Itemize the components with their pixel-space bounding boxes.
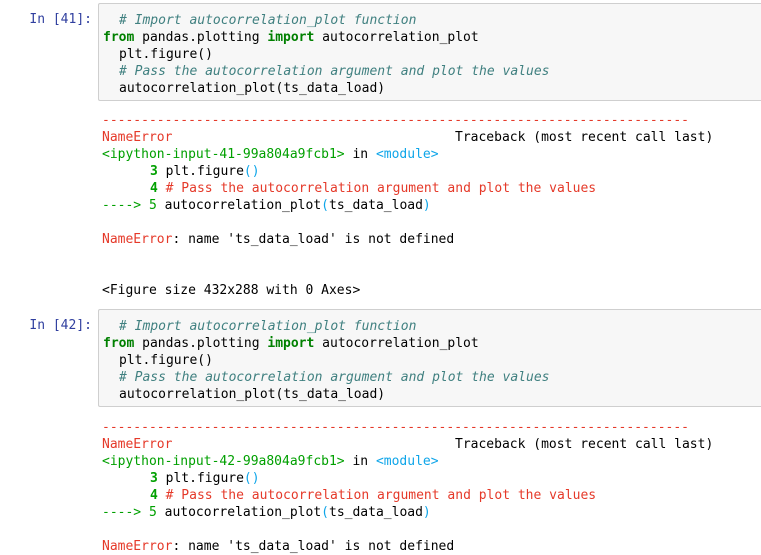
import-name: autocorrelation_plot — [314, 336, 479, 351]
current-line-arrow: ----> — [102, 198, 142, 213]
code-arg: ts_data_load — [329, 198, 423, 213]
keyword: from — [103, 336, 135, 351]
module-name: pandas.plotting — [134, 30, 268, 45]
keyword: import — [267, 30, 315, 45]
error-message: NameError: name 'ts_data_load' is not de… — [102, 538, 742, 555]
keyword: from — [103, 30, 135, 45]
cell-output: ----------------------------------------… — [102, 419, 742, 555]
line-number: 5 — [141, 198, 157, 213]
code-paren: ( — [321, 505, 329, 520]
error-text: : name 'ts_data_load' is not defined — [172, 539, 455, 554]
code-text: autocorrelation_plot — [156, 198, 322, 213]
code-line: # Pass the autocorrelation argument and … — [119, 370, 550, 385]
traceback-header: NameError Traceback (most recent call las… — [102, 129, 742, 146]
traceback-line-current: ----> 5 autocorrelation_plot(ts_data_loa… — [102, 504, 742, 521]
code-line: from pandas.plotting import autocorrelat… — [103, 29, 761, 46]
cell-output: ----------------------------------------… — [102, 112, 742, 299]
traceback-separator: ----------------------------------------… — [102, 113, 689, 128]
code-comment: # Pass the autocorrelation argument and … — [157, 488, 597, 503]
figure-output: <Figure size 432x288 with 0 Axes> — [102, 283, 361, 298]
module-ref: <module> — [375, 454, 439, 469]
module-ref: <module> — [375, 147, 439, 162]
code-comment: # Pass the autocorrelation argument and … — [157, 181, 597, 196]
code-text: autocorrelation_plot — [156, 505, 322, 520]
code-text: plt.figure — [157, 164, 244, 179]
code-line: plt.figure() — [119, 353, 213, 368]
line-number: 4 — [150, 181, 158, 196]
traceback-location: <ipython-input-42-99a804a9fcb1> in <modu… — [102, 453, 742, 470]
error-type: NameError — [102, 130, 173, 145]
code-arg: ts_data_load — [329, 505, 423, 520]
traceback-line-current: ----> 5 autocorrelation_plot(ts_data_loa… — [102, 197, 742, 214]
traceback-label: Traceback (most recent call last) — [455, 437, 714, 452]
error-type: NameError — [102, 437, 173, 452]
current-line-arrow: ----> — [102, 505, 142, 520]
error-type: NameError — [102, 539, 173, 554]
code-paren: ) — [422, 505, 431, 520]
code-paren: ) — [422, 198, 431, 213]
code-line: # Pass the autocorrelation argument and … — [119, 64, 550, 79]
in-word: in — [344, 147, 376, 162]
ipython-input-ref: <ipython-input-42-99a804a9fcb1> — [102, 454, 345, 469]
in-word: in — [344, 454, 376, 469]
code-line: autocorrelation_plot(ts_data_load) — [119, 81, 386, 96]
line-number: 5 — [141, 505, 157, 520]
cell-prompt: In [42]: — [29, 318, 92, 333]
error-type: NameError — [102, 232, 173, 247]
cell-prompt: In [41]: — [29, 12, 92, 27]
traceback-line: 4 # Pass the autocorrelation argument an… — [102, 180, 742, 197]
code-line: # Import autocorrelation_plot function — [119, 319, 417, 334]
keyword: import — [267, 336, 315, 351]
code-input-area[interactable]: # Import autocorrelation_plot function f… — [98, 3, 761, 101]
traceback-location: <ipython-input-41-99a804a9fcb1> in <modu… — [102, 146, 742, 163]
code-text: plt.figure — [157, 471, 244, 486]
traceback-label: Traceback (most recent call last) — [455, 130, 714, 145]
traceback-line: 4 # Pass the autocorrelation argument an… — [102, 487, 742, 504]
traceback-header: NameError Traceback (most recent call las… — [102, 436, 742, 453]
code-line: from pandas.plotting import autocorrelat… — [103, 335, 761, 352]
traceback-line: 3 plt.figure() — [102, 470, 742, 487]
line-number: 4 — [150, 488, 158, 503]
module-name: pandas.plotting — [134, 336, 268, 351]
code-line: autocorrelation_plot(ts_data_load) — [119, 387, 386, 402]
line-number: 3 — [150, 471, 158, 486]
code-paren: ( — [321, 198, 329, 213]
traceback-line: 3 plt.figure() — [102, 163, 742, 180]
import-name: autocorrelation_plot — [314, 30, 479, 45]
error-message: NameError: name 'ts_data_load' is not de… — [102, 231, 742, 248]
code-line: plt.figure() — [119, 47, 213, 62]
line-number: 3 — [150, 164, 158, 179]
code-paren: () — [243, 164, 260, 179]
ipython-input-ref: <ipython-input-41-99a804a9fcb1> — [102, 147, 345, 162]
code-line: # Import autocorrelation_plot function — [119, 13, 417, 28]
error-text: : name 'ts_data_load' is not defined — [172, 232, 455, 247]
traceback-separator: ----------------------------------------… — [102, 420, 689, 435]
code-paren: () — [243, 471, 260, 486]
code-input-area[interactable]: # Import autocorrelation_plot function f… — [98, 309, 761, 407]
